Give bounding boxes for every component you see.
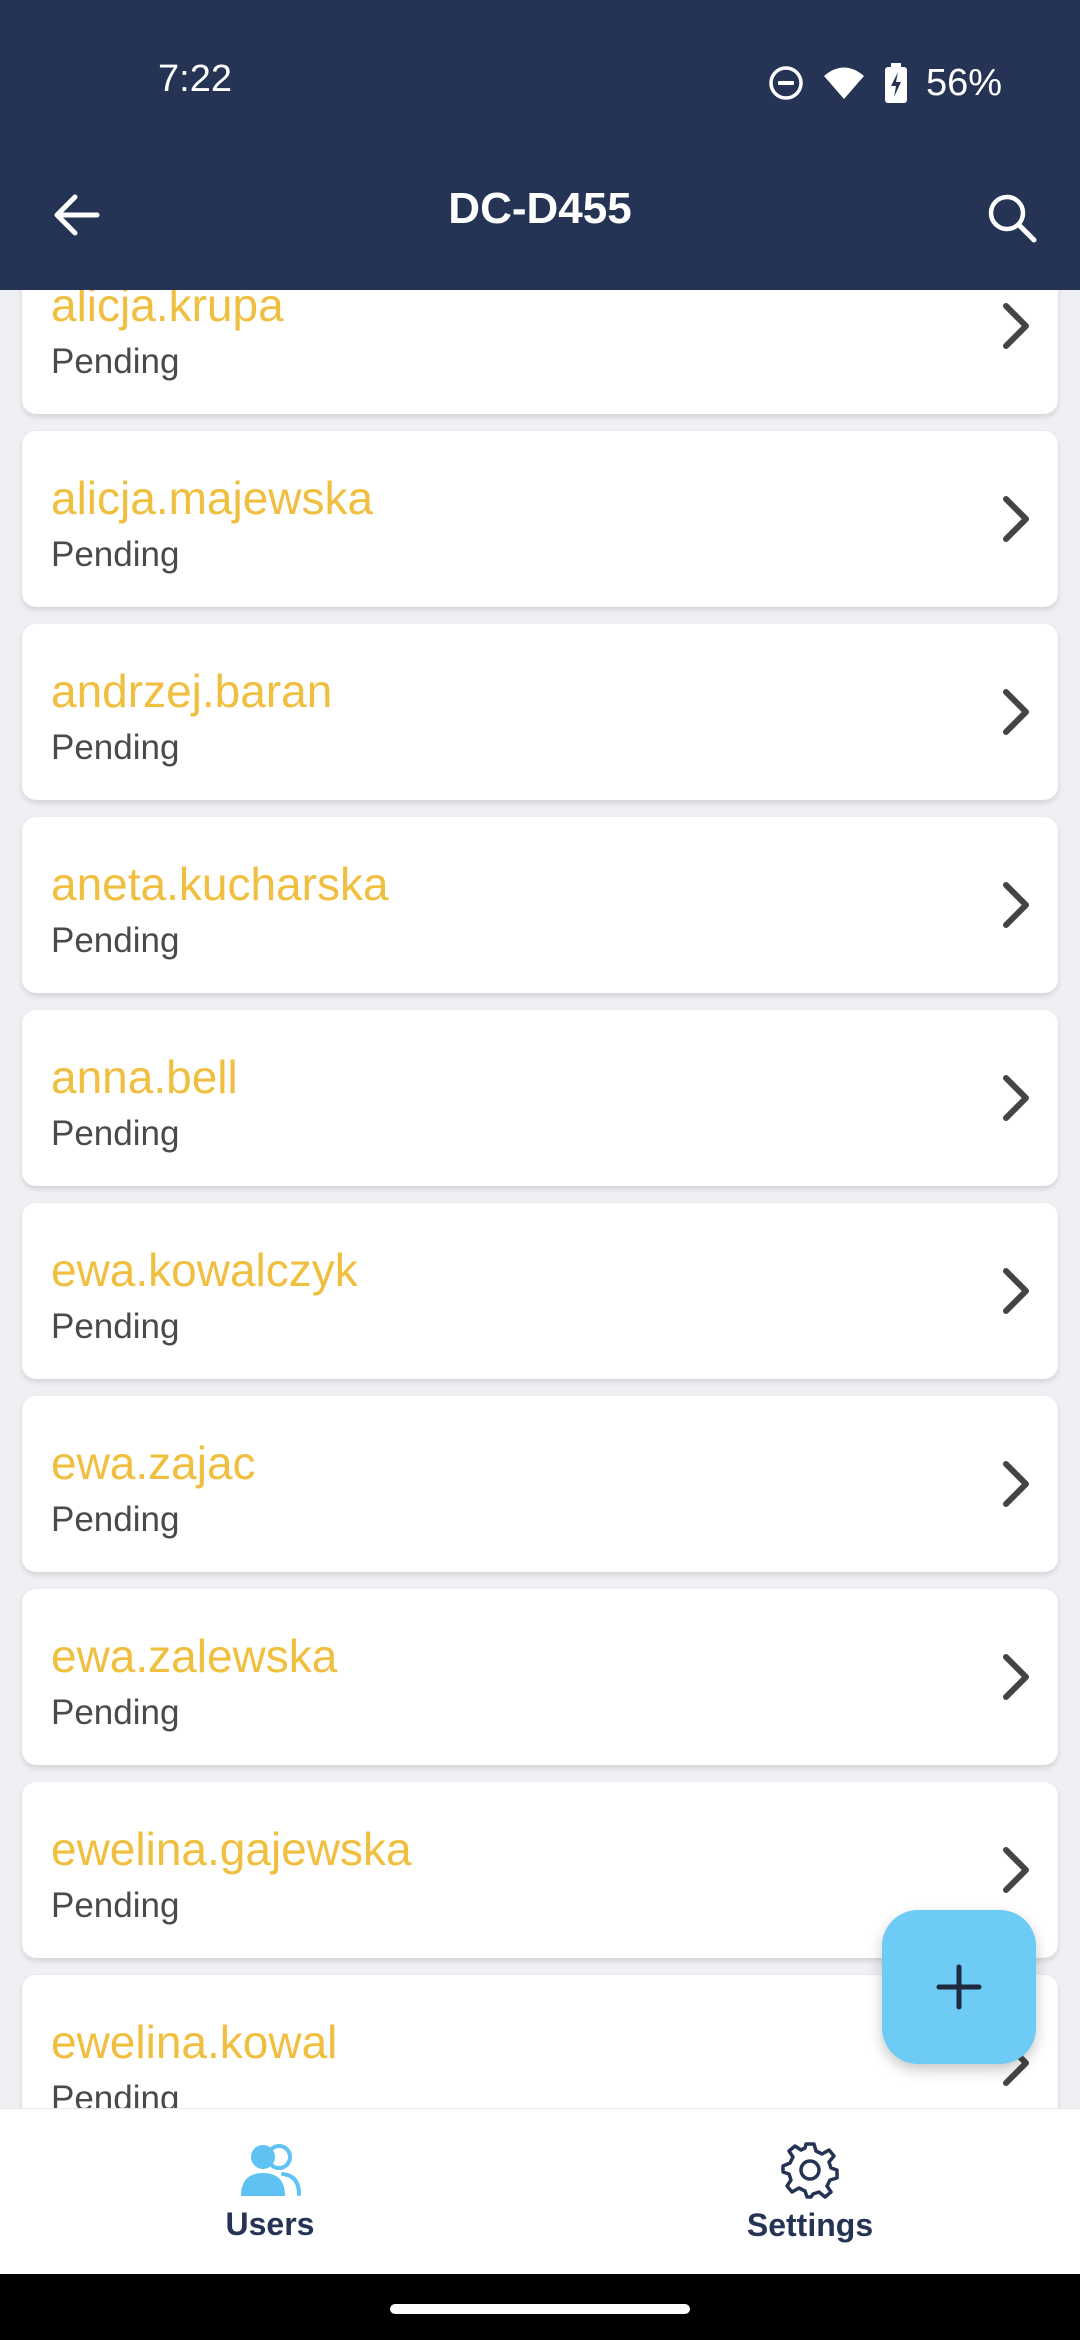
user-status: Pending	[51, 1307, 180, 1346]
list-item[interactable]: ewa.kowalczyk Pending	[22, 1203, 1058, 1379]
user-name: ewa.zajac	[51, 1437, 256, 1489]
user-name: anna.bell	[51, 1051, 238, 1103]
nav-item-settings[interactable]: Settings	[540, 2109, 1080, 2275]
list-item[interactable]: andrzej.baran Pending	[22, 624, 1058, 800]
list-item[interactable]: aneta.kucharska Pending	[22, 817, 1058, 993]
chevron-right-icon	[1003, 1461, 1029, 1507]
user-status: Pending	[51, 1500, 180, 1539]
search-icon	[988, 194, 1037, 243]
nav-label-users: Users	[225, 2205, 315, 2242]
battery-charging-icon	[884, 63, 907, 103]
app-header: 7:22 56% DC-D455	[0, 0, 1080, 290]
user-status: Pending	[51, 342, 180, 381]
chevron-right-icon	[1003, 1268, 1029, 1314]
status-icons: 56%	[768, 58, 1002, 108]
plus-icon	[936, 1964, 982, 2010]
chevron-right-icon	[1003, 1075, 1029, 1121]
nav-label-settings: Settings	[746, 2206, 874, 2243]
home-handle[interactable]	[390, 2304, 690, 2314]
list-item[interactable]: ewa.zalewska Pending	[22, 1589, 1058, 1765]
search-button[interactable]	[974, 180, 1050, 256]
user-name: alicja.majewska	[51, 472, 374, 524]
user-status: Pending	[51, 921, 180, 960]
chevron-right-icon	[1003, 882, 1029, 928]
user-status: Pending	[51, 535, 180, 574]
list-item[interactable]: anna.bell Pending	[22, 1010, 1058, 1186]
user-name: ewa.zalewska	[51, 1630, 338, 1682]
user-name: ewelina.kowal	[51, 2016, 338, 2068]
chevron-right-icon	[1003, 689, 1029, 735]
user-name: ewa.kowalczyk	[51, 1244, 358, 1296]
bottom-navigation: Users Settings	[0, 2108, 1080, 2274]
screen: alicja.krupa Pending alicja.majewska Pen…	[0, 0, 1080, 2340]
page-title: DC-D455	[448, 184, 632, 233]
do-not-disturb-icon	[769, 66, 803, 100]
wifi-icon	[823, 67, 864, 99]
user-name: ewelina.gajewska	[51, 1823, 412, 1875]
user-name: andrzej.baran	[51, 665, 333, 717]
system-gesture-bar	[0, 2274, 1080, 2340]
chevron-right-icon	[1003, 1847, 1029, 1893]
chevron-right-icon	[1003, 1654, 1029, 1700]
battery-percent: 56%	[925, 61, 1002, 104]
add-user-button[interactable]	[882, 1910, 1036, 2064]
user-status: Pending	[51, 1886, 180, 1925]
users-icon	[241, 2143, 301, 2196]
user-name: aneta.kucharska	[51, 858, 389, 910]
chevron-right-icon	[1003, 303, 1029, 349]
user-status: Pending	[51, 1693, 180, 1732]
gear-icon	[781, 2141, 839, 2199]
list-item[interactable]: alicja.majewska Pending	[22, 431, 1058, 607]
user-list[interactable]: alicja.krupa Pending alicja.majewska Pen…	[22, 238, 1058, 2151]
user-status: Pending	[51, 1114, 180, 1153]
nav-item-users[interactable]: Users	[0, 2109, 540, 2275]
status-time: 7:22	[158, 58, 232, 100]
user-status: Pending	[51, 728, 180, 767]
chevron-right-icon	[1003, 496, 1029, 542]
list-item[interactable]: ewa.zajac Pending	[22, 1396, 1058, 1572]
